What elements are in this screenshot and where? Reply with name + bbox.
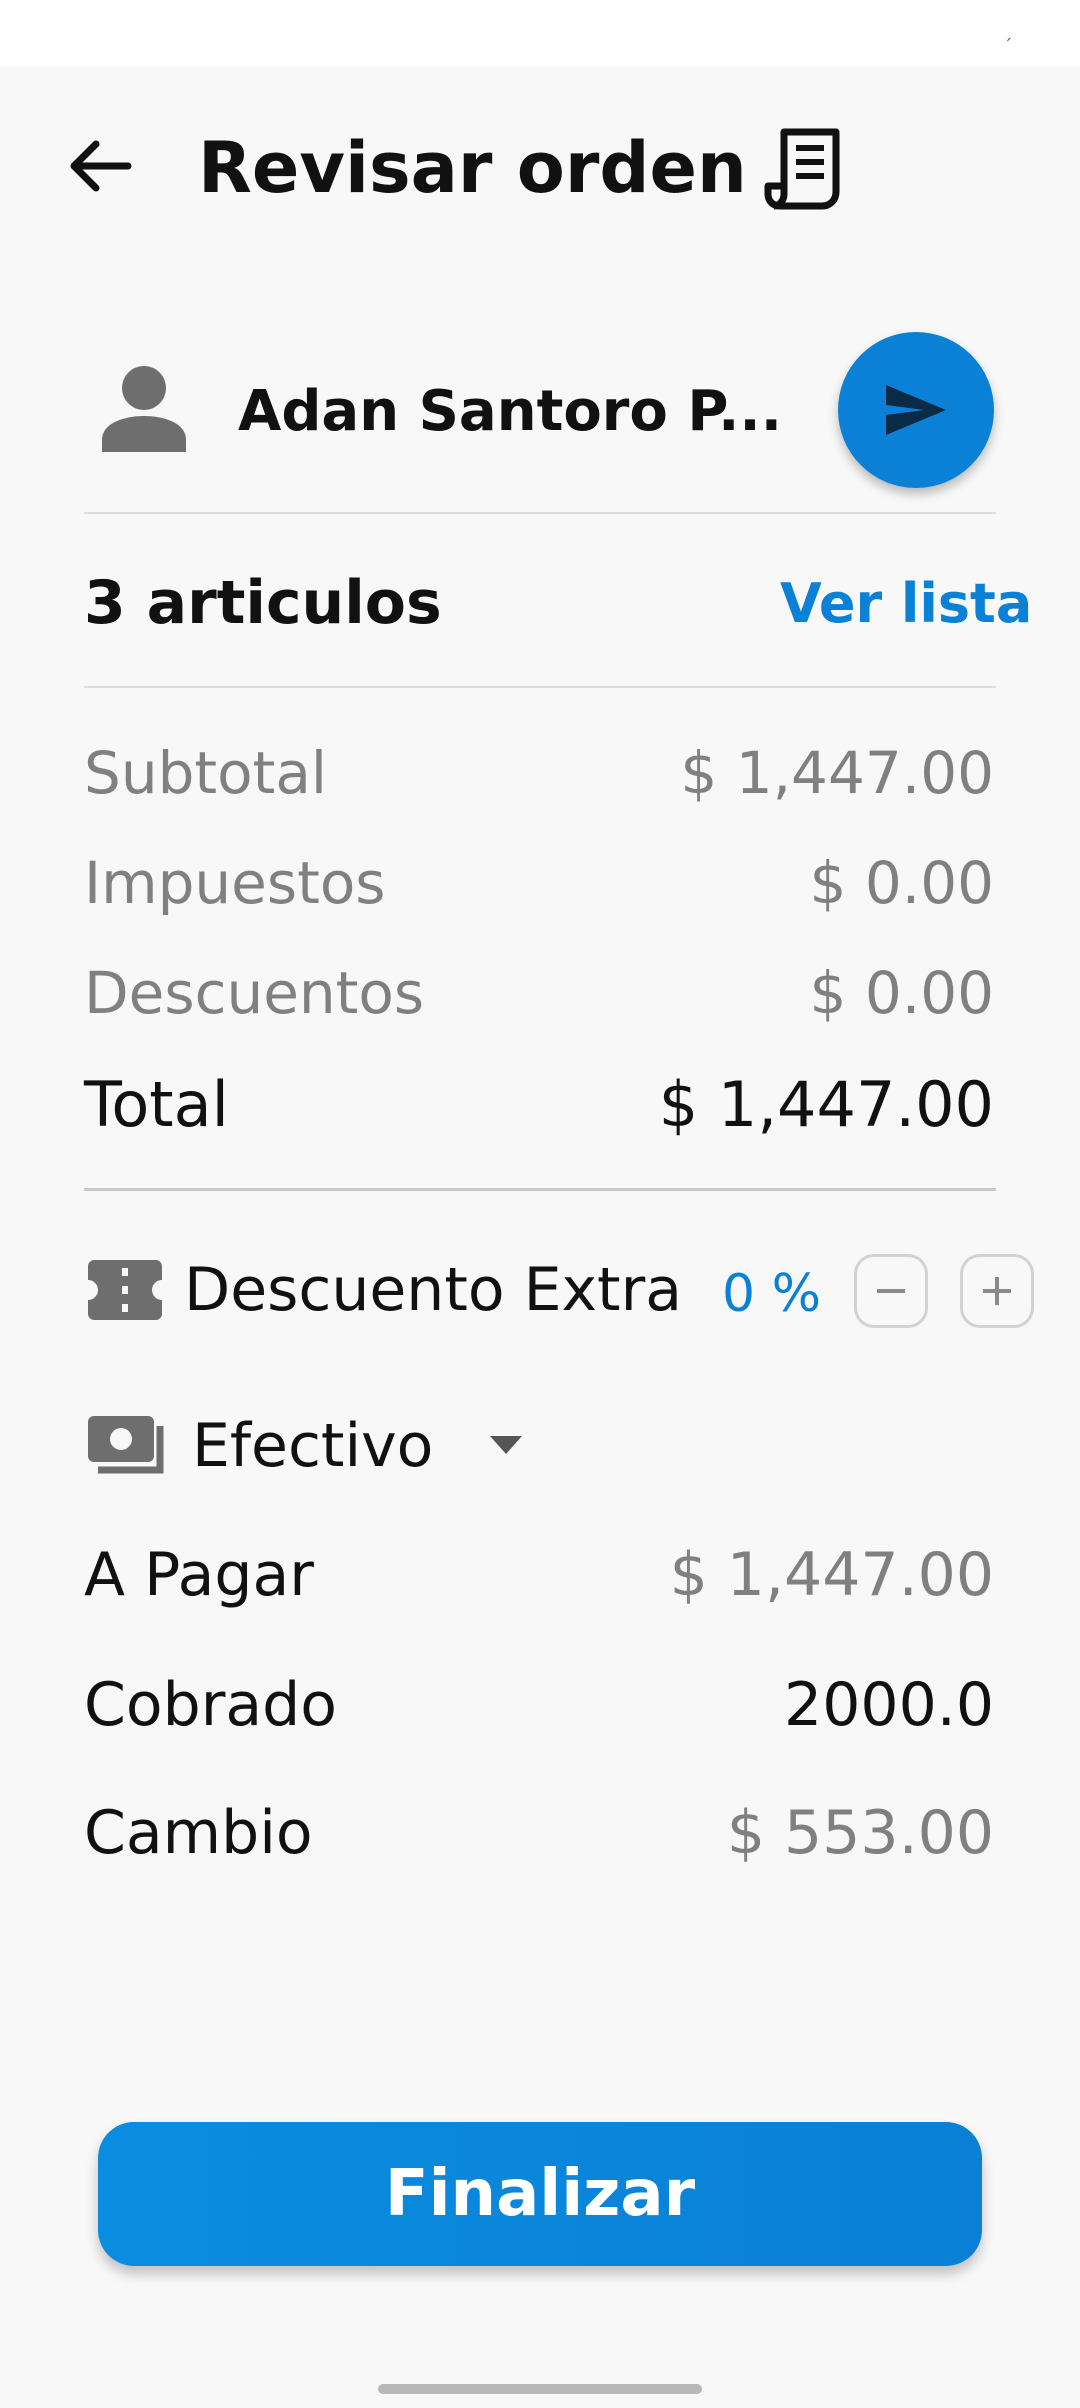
change-label: Cambio	[84, 1798, 313, 1868]
finalize-button[interactable]: Finalizar	[98, 2122, 982, 2266]
send-icon	[886, 385, 946, 435]
total-label: Total	[84, 1068, 229, 1141]
view-list-link[interactable]: Ver lista	[780, 568, 1032, 640]
discounts-value: $ 0.00	[809, 959, 994, 1027]
extra-discount-label: Descuento Extra	[184, 1255, 683, 1325]
discounts-label: Descuentos	[84, 959, 425, 1027]
payment-method-value: Efectivo	[192, 1411, 434, 1481]
subtotal-label: Subtotal	[84, 739, 328, 807]
payment-method-dropdown[interactable]: Efectivo	[192, 1406, 532, 1486]
extra-discount-value: 0 %	[722, 1264, 822, 1324]
back-button[interactable]	[62, 128, 138, 204]
to-pay-value: $ 1,447.00	[669, 1540, 994, 1610]
divider	[84, 686, 996, 688]
status-bar	[0, 0, 1080, 66]
divider	[84, 1188, 996, 1191]
send-button[interactable]	[838, 332, 994, 488]
divider	[84, 512, 996, 514]
change-value: $ 553.00	[726, 1798, 994, 1868]
home-indicator[interactable]	[378, 2384, 702, 2394]
ticket-icon	[88, 1260, 162, 1320]
minus-icon	[877, 1289, 905, 1293]
status-indicator: ˊ	[1004, 36, 1012, 55]
cash-icon	[86, 1414, 166, 1478]
receipt-icon[interactable]	[764, 126, 850, 212]
plus-icon	[983, 1277, 1011, 1305]
decrease-discount-button[interactable]	[854, 1254, 928, 1328]
subtotal-value: $ 1,447.00	[680, 739, 994, 807]
charged-label: Cobrado	[84, 1670, 337, 1740]
person-icon	[96, 360, 192, 456]
taxes-label: Impuestos	[84, 849, 386, 917]
to-pay-label: A Pagar	[84, 1540, 314, 1610]
arrow-left-icon	[70, 140, 132, 192]
page-title: Revisar orden	[198, 127, 747, 209]
increase-discount-button[interactable]	[960, 1254, 1034, 1328]
customer-name[interactable]: Adan Santoro P...	[238, 378, 782, 446]
charged-input[interactable]: 2000.0	[784, 1668, 994, 1742]
dropdown-arrow-icon	[490, 1436, 522, 1454]
total-value: $ 1,447.00	[658, 1068, 994, 1141]
items-count: 3 articulos	[84, 568, 442, 638]
taxes-value: $ 0.00	[809, 849, 994, 917]
